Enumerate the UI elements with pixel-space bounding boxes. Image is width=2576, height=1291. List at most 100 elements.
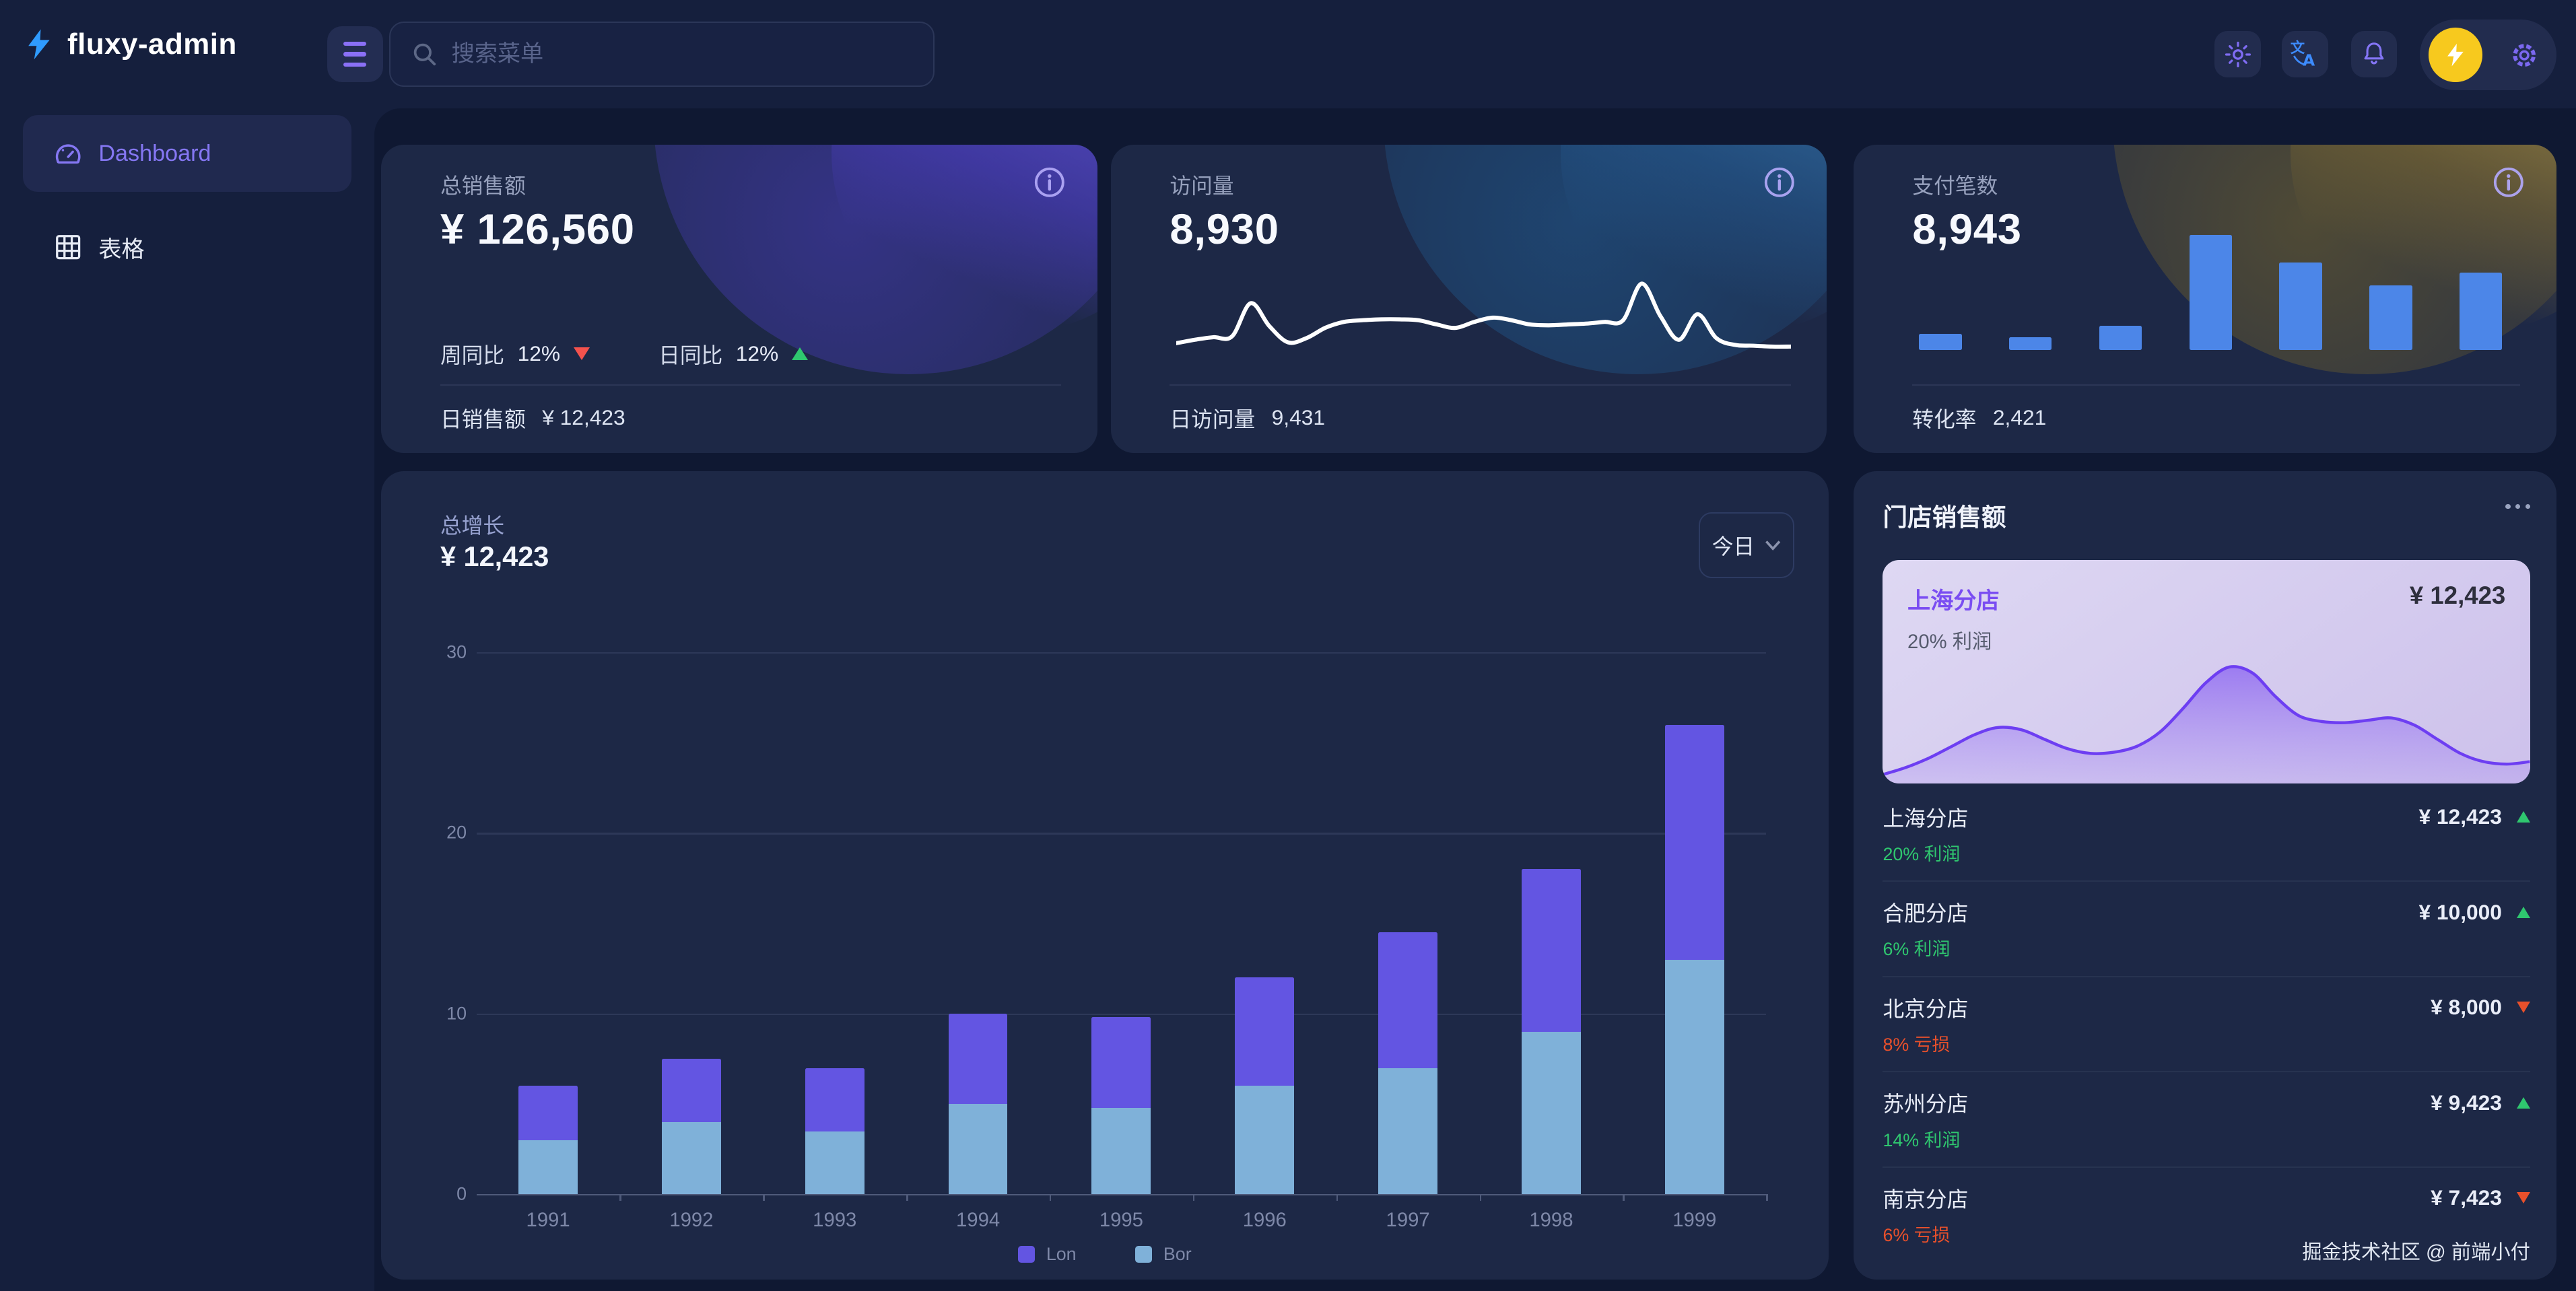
x-axis-label: 1998 — [1529, 1209, 1573, 1232]
info-icon[interactable] — [1761, 164, 1798, 201]
store-row[interactable]: 北京分店¥ 8,0008% 亏损 — [1883, 977, 2530, 1073]
store-name: 苏州分店 — [1883, 1087, 1968, 1118]
stacked-bar[interactable] — [1522, 869, 1581, 1194]
bar-segment-bor — [1522, 1032, 1581, 1195]
divider — [440, 384, 1061, 386]
x-axis-label: 1994 — [956, 1209, 1000, 1232]
y-axis-label: 0 — [417, 1184, 467, 1205]
store-name: 北京分店 — [1883, 992, 1968, 1023]
mini-bar — [2460, 273, 2502, 349]
bar-segment-bor — [805, 1131, 865, 1195]
hamburger-icon — [343, 42, 366, 46]
bar-segment-lon — [1091, 1017, 1151, 1107]
footer-value: 9,431 — [1272, 405, 1325, 430]
user-menu[interactable] — [2420, 20, 2556, 90]
store-profit: 20% 利润 — [1883, 839, 1960, 866]
store-row[interactable]: 苏州分店¥ 9,42314% 利润 — [1883, 1072, 2530, 1168]
language-switch-button[interactable]: 文 A — [2282, 31, 2328, 77]
sidebar-item-table[interactable]: 表格 — [23, 209, 351, 286]
chart-legend: Lon Bor — [381, 1244, 1829, 1265]
date-range-value: 今日 — [1712, 530, 1755, 561]
notifications-button[interactable] — [2351, 31, 2397, 77]
stacked-bar[interactable] — [949, 1014, 1008, 1194]
store-sales-card: 门店销售额 上海分店 ¥ 12,423 20% 利润 上海分店¥ 12 — [1854, 471, 2556, 1280]
featured-store-card[interactable]: 上海分店 ¥ 12,423 20% 利润 — [1883, 560, 2530, 783]
sidebar-toggle-button[interactable] — [327, 26, 383, 82]
stacked-bar[interactable] — [805, 1068, 865, 1195]
y-axis-label: 30 — [417, 641, 467, 662]
brand-lightning-icon — [23, 26, 56, 63]
search-icon — [411, 40, 438, 68]
stacked-bar[interactable] — [1235, 977, 1294, 1194]
sun-icon — [2223, 40, 2253, 69]
trend-label: 周同比 — [440, 339, 504, 370]
bar-segment-bor — [662, 1122, 721, 1194]
legend-item[interactable]: Bor — [1135, 1244, 1191, 1265]
search-box[interactable] — [389, 22, 935, 88]
gear-icon[interactable] — [2509, 40, 2540, 71]
trend-down-icon — [2517, 1192, 2530, 1203]
search-input[interactable] — [452, 41, 914, 67]
footer-value: 2,421 — [1993, 405, 2046, 430]
legend-label: Bor — [1163, 1244, 1192, 1265]
stacked-bar[interactable] — [662, 1059, 721, 1194]
featured-store-name: 上海分店 — [1907, 582, 2000, 615]
svg-text:A: A — [2303, 52, 2315, 70]
bar-segment-lon — [949, 1014, 1008, 1104]
x-axis-tick — [1480, 1194, 1481, 1201]
x-axis-tick — [1766, 1194, 1767, 1201]
dashboard-gauge-icon — [53, 138, 83, 169]
ellipsis-menu-icon[interactable] — [2502, 494, 2533, 519]
trend-up-icon — [792, 347, 808, 360]
x-axis-tick — [906, 1194, 908, 1201]
store-row[interactable]: 上海分店¥ 12,42320% 利润 — [1883, 787, 2530, 882]
info-icon[interactable] — [1031, 164, 1068, 201]
store-row[interactable]: 合肥分店¥ 10,0006% 利润 — [1883, 882, 2530, 977]
y-axis-label: 10 — [417, 1003, 467, 1024]
store-profit: 6% 亏损 — [1883, 1220, 1950, 1247]
info-icon[interactable] — [2490, 164, 2527, 201]
stacked-bar[interactable] — [1665, 725, 1724, 1195]
stacked-bar[interactable] — [1378, 932, 1437, 1194]
card-footer: 日销售额 ¥ 12,423 — [440, 403, 625, 433]
sidebar-item-label: 表格 — [98, 230, 144, 264]
mini-bar — [2009, 337, 2052, 350]
stacked-bar[interactable] — [1091, 1017, 1151, 1194]
mini-bar — [2190, 235, 2232, 350]
footer-label: 转化率 — [1912, 403, 1976, 433]
featured-store-value: ¥ 12,423 — [2410, 582, 2505, 610]
legend-item[interactable]: Lon — [1018, 1244, 1076, 1265]
table-grid-icon — [53, 232, 83, 263]
date-range-dropdown[interactable]: 今日 — [1699, 512, 1794, 578]
footer-label: 日销售额 — [440, 403, 526, 433]
bar-segment-bor — [1665, 960, 1724, 1195]
trend-up-icon — [2517, 1097, 2530, 1109]
bar-segment-lon — [1235, 977, 1294, 1086]
sidebar-item-label: Dashboard — [98, 141, 211, 167]
store-profit: 14% 利润 — [1883, 1125, 1960, 1152]
divider — [1170, 384, 1790, 386]
stat-value: ¥ 126,560 — [440, 205, 635, 254]
sidebar-item-dashboard[interactable]: Dashboard — [23, 115, 351, 193]
trend-down-icon — [574, 347, 590, 360]
store-name: 上海分店 — [1883, 802, 1968, 833]
growth-chart-card: 总增长 ¥ 12,423 今日 010203019911992199319941… — [381, 471, 1829, 1280]
stacked-bar[interactable] — [518, 1086, 578, 1194]
card-footer: 转化率 2,421 — [1912, 403, 2046, 433]
stacked-bar-chart: 0102030199119921993199419951996199719981… — [477, 652, 1767, 1196]
x-axis-label: 1992 — [669, 1209, 713, 1232]
card-footer: 日访问量 9,431 — [1170, 403, 1325, 433]
card-title: 访问量 — [1170, 169, 1233, 200]
theme-toggle-button[interactable] — [2214, 31, 2260, 77]
bell-icon — [2359, 40, 2389, 69]
bar-segment-lon — [518, 1086, 578, 1140]
store-profit: 8% 亏损 — [1883, 1030, 1950, 1056]
x-axis-label: 1997 — [1386, 1209, 1430, 1232]
store-list: 上海分店¥ 12,42320% 利润合肥分店¥ 10,0006% 利润北京分店¥… — [1883, 787, 2530, 1263]
user-avatar[interactable] — [2429, 28, 2483, 82]
stat-card-total-sales: 总销售额 ¥ 126,560 周同比 12% 日同比 12% — [381, 145, 1097, 454]
bar-segment-bor — [1378, 1068, 1437, 1195]
brand-name: fluxy-admin — [67, 28, 237, 61]
trend-value: 12% — [736, 341, 778, 366]
mini-bar — [2369, 285, 2412, 350]
